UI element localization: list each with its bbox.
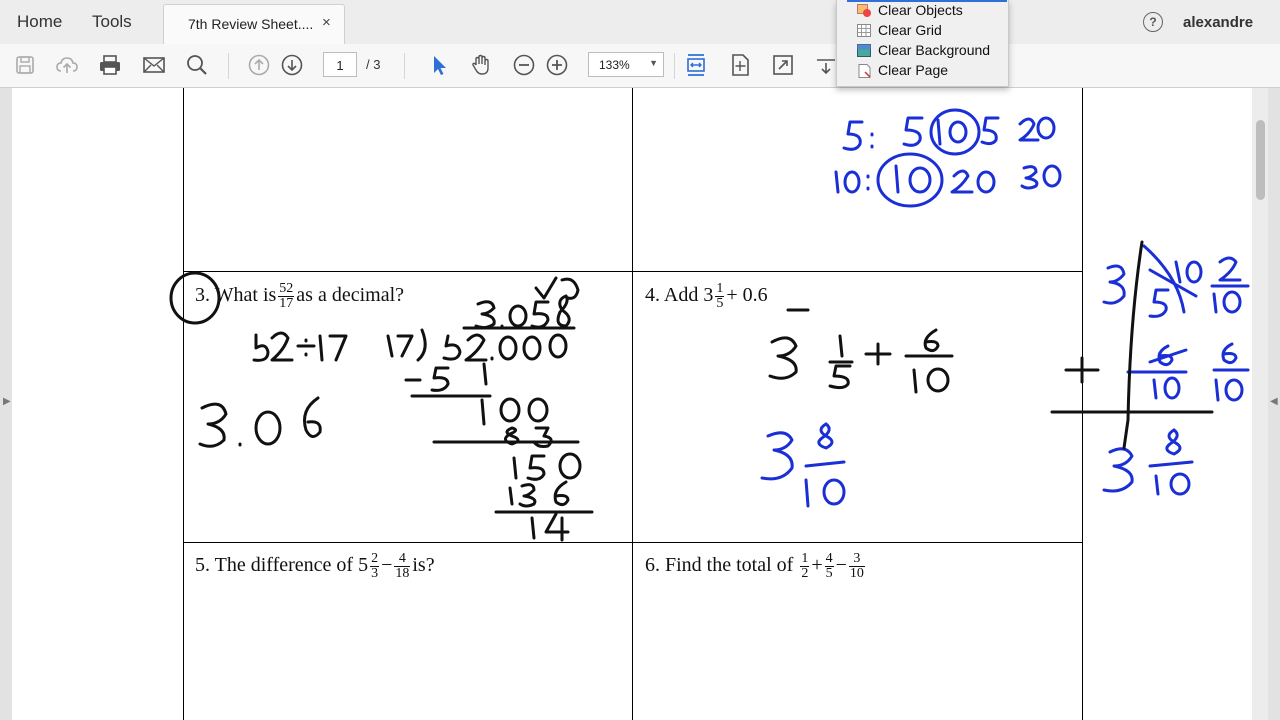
- zoom-select[interactable]: 133% ▼: [588, 52, 664, 77]
- help-icon[interactable]: ?: [1143, 12, 1163, 32]
- full-screen-icon[interactable]: [770, 52, 796, 78]
- select-arrow-icon[interactable]: [426, 52, 452, 78]
- document-tab-title: 7th Review Sheet....: [188, 16, 314, 32]
- upload-icon[interactable]: [54, 52, 80, 78]
- question-6: 6. Find the total of 1 2 +4 5−3 10: [645, 551, 865, 581]
- page-up-icon[interactable]: [246, 52, 272, 78]
- chevron-down-icon: ▼: [649, 58, 658, 68]
- user-name[interactable]: alexandre: [1183, 0, 1253, 46]
- clear-grid-icon: [857, 24, 871, 37]
- menu-item-clear-background[interactable]: Clear Background: [857, 41, 1007, 61]
- close-tab-icon[interactable]: ×: [322, 14, 331, 31]
- search-icon[interactable]: [184, 52, 210, 78]
- clear-page-icon: [858, 64, 871, 78]
- clear-menu: Clear Objects Clear Grid Clear Backgroun…: [836, 0, 1009, 87]
- left-panel-toggle-icon[interactable]: ▶: [3, 396, 11, 407]
- fit-width-icon[interactable]: [683, 52, 709, 78]
- home-tab[interactable]: Home: [17, 0, 62, 44]
- question-3: 3. What is 52 17 as a decimal?: [195, 281, 405, 311]
- top-nav-bar: Home Tools 7th Review Sheet.... × ? alex…: [0, 0, 1280, 45]
- zoom-in-icon[interactable]: [544, 52, 570, 78]
- menu-item-clear-grid[interactable]: Clear Grid: [857, 21, 1007, 41]
- clear-objects-icon: [857, 4, 871, 17]
- tools-tab[interactable]: Tools: [92, 0, 132, 44]
- print-icon[interactable]: [97, 52, 123, 78]
- zoom-out-icon[interactable]: [511, 52, 537, 78]
- email-icon[interactable]: [141, 52, 167, 78]
- fit-page-icon[interactable]: [727, 52, 753, 78]
- scrollbar-thumb[interactable]: [1256, 120, 1265, 200]
- right-panel-toggle-icon[interactable]: ◀: [1270, 396, 1278, 407]
- page-down-icon[interactable]: [279, 52, 305, 78]
- menu-item-clear-objects[interactable]: Clear Objects: [857, 1, 1007, 21]
- page-total: / 3: [366, 57, 381, 72]
- page-number-input[interactable]: 1: [323, 52, 357, 77]
- menu-item-clear-page[interactable]: Clear Page: [857, 61, 1007, 81]
- save-icon[interactable]: [12, 52, 38, 78]
- document-page: 3. What is 52 17 as a decimal? 4. Add 3 1 5 + …: [12, 88, 1252, 720]
- clear-background-icon: [857, 44, 871, 57]
- toolbar: 1 / 3 133% ▼: [0, 44, 1280, 88]
- question-4: 4. Add 3 1 5 + 0.6: [645, 281, 768, 311]
- document-tab[interactable]: 7th Review Sheet.... ×: [163, 4, 345, 45]
- hand-icon[interactable]: [468, 52, 494, 78]
- question-5: 5. The difference of 5 2 3−4 18 is?: [195, 551, 435, 581]
- zoom-value: 133%: [599, 58, 630, 72]
- document-viewer[interactable]: 3. What is 52 17 as a decimal? 4. Add 3 1 5 + …: [0, 88, 1280, 720]
